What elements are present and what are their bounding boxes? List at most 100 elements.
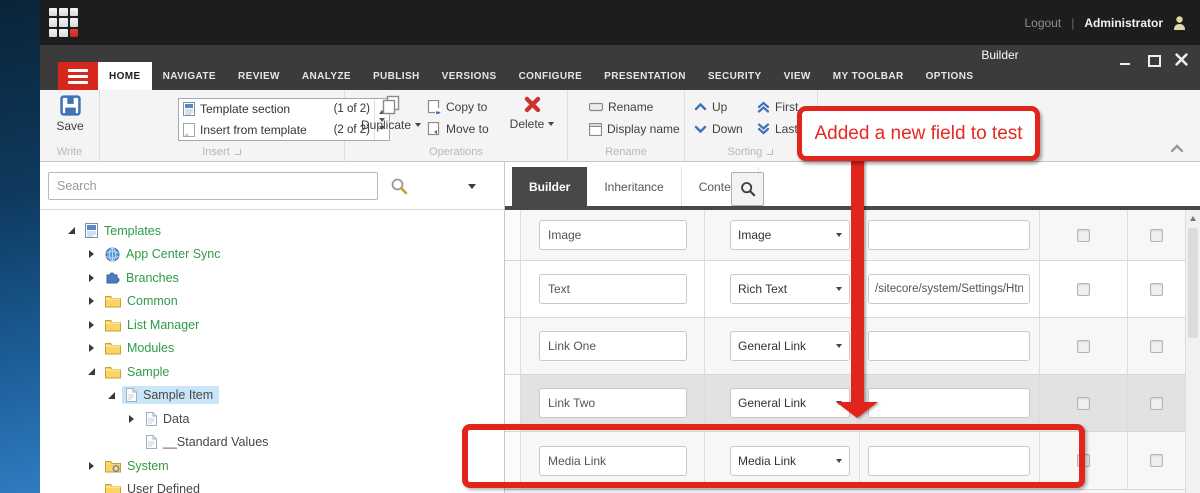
delete-button[interactable]: Delete bbox=[503, 95, 561, 131]
builder-tab-inheritance[interactable]: Inheritance bbox=[587, 167, 681, 206]
dialog-launcher-icon[interactable] bbox=[766, 148, 774, 156]
folder-icon bbox=[105, 482, 121, 493]
shared-checkbox[interactable] bbox=[1150, 397, 1163, 410]
field-name-input[interactable] bbox=[539, 220, 687, 250]
select-caret-icon bbox=[836, 287, 842, 291]
folder-gear-icon bbox=[105, 459, 121, 473]
shared-checkbox[interactable] bbox=[1150, 340, 1163, 353]
tree-item-common[interactable]: Common bbox=[40, 290, 504, 314]
field-source-input[interactable] bbox=[868, 331, 1030, 361]
scroll-up-icon[interactable] bbox=[1190, 216, 1196, 221]
close-icon[interactable] bbox=[1175, 53, 1188, 66]
field-type-select[interactable]: General Link bbox=[730, 388, 850, 418]
expand-icon[interactable] bbox=[86, 462, 96, 470]
collapse-icon[interactable] bbox=[86, 368, 96, 375]
ribbon-tab-presentation[interactable]: PRESENTATION bbox=[593, 62, 697, 90]
field-name-input[interactable] bbox=[539, 331, 687, 361]
dialog-launcher-icon[interactable] bbox=[234, 148, 242, 156]
first-button[interactable]: First bbox=[757, 99, 798, 115]
field-source-input[interactable] bbox=[868, 220, 1030, 250]
move-to-button[interactable]: Move to bbox=[427, 121, 489, 137]
group-insert: Template section (1 of 2) Insert from te… bbox=[100, 90, 345, 161]
tree-item-user-defined[interactable]: User Defined bbox=[40, 478, 504, 493]
unversioned-checkbox[interactable] bbox=[1077, 454, 1090, 467]
collapse-ribbon-icon[interactable] bbox=[1170, 144, 1184, 153]
ribbon-tab-security[interactable]: SECURITY bbox=[697, 62, 773, 90]
collapse-icon[interactable] bbox=[106, 392, 116, 399]
ribbon-tab-analyze[interactable]: ANALYZE bbox=[291, 62, 362, 90]
field-source-input[interactable] bbox=[868, 274, 1030, 304]
tree-item-label: Sample Item bbox=[143, 388, 213, 402]
ribbon-tab-publish[interactable]: PUBLISH bbox=[362, 62, 431, 90]
expand-icon[interactable] bbox=[86, 250, 96, 258]
expand-icon[interactable] bbox=[86, 344, 96, 352]
menu-hamburger-button[interactable] bbox=[58, 62, 98, 90]
last-button[interactable]: Last bbox=[757, 121, 798, 137]
ribbon-tab-my-toolbar[interactable]: MY TOOLBAR bbox=[822, 62, 915, 90]
field-type-select[interactable]: Media Link bbox=[730, 446, 850, 476]
search-input[interactable] bbox=[48, 172, 378, 200]
annotation-text: Added a new field to test bbox=[814, 123, 1022, 145]
shared-checkbox[interactable] bbox=[1150, 283, 1163, 296]
ribbon-tab-navigate[interactable]: NAVIGATE bbox=[152, 62, 227, 90]
collapse-icon[interactable] bbox=[66, 227, 76, 234]
tree-item-sample[interactable]: Sample bbox=[40, 360, 504, 384]
up-button[interactable]: Up bbox=[694, 99, 727, 115]
field-name-input[interactable] bbox=[539, 388, 687, 418]
shared-checkbox[interactable] bbox=[1150, 229, 1163, 242]
copy-to-button[interactable]: Copy to bbox=[427, 99, 487, 115]
expand-icon[interactable] bbox=[86, 274, 96, 282]
display-name-button[interactable]: Display name bbox=[589, 121, 680, 137]
ribbon-tab-versions[interactable]: VERSIONS bbox=[431, 62, 508, 90]
builder-tab-builder[interactable]: Builder bbox=[512, 167, 587, 206]
unversioned-checkbox[interactable] bbox=[1077, 283, 1090, 296]
expand-icon[interactable] bbox=[86, 297, 96, 305]
tree-item-sample-item[interactable]: Sample Item bbox=[40, 384, 504, 408]
logout-link[interactable]: Logout bbox=[1024, 16, 1061, 30]
field-source-input[interactable] bbox=[868, 446, 1030, 476]
tree-item-data[interactable]: Data bbox=[40, 407, 504, 431]
unversioned-checkbox[interactable] bbox=[1077, 397, 1090, 410]
tree-item-system[interactable]: System bbox=[40, 454, 504, 478]
page-icon bbox=[145, 435, 157, 449]
shared-checkbox[interactable] bbox=[1150, 454, 1163, 467]
ribbon-tab-configure[interactable]: CONFIGURE bbox=[508, 62, 594, 90]
tree-item-templates[interactable]: Templates bbox=[40, 219, 504, 243]
tree-item--standard-values[interactable]: __Standard Values bbox=[40, 431, 504, 455]
ribbon-tab-review[interactable]: REVIEW bbox=[227, 62, 291, 90]
current-user-label[interactable]: Administrator bbox=[1084, 16, 1163, 30]
search-icon[interactable] bbox=[390, 177, 408, 195]
field-name-input[interactable] bbox=[539, 446, 687, 476]
down-button[interactable]: Down bbox=[694, 121, 743, 137]
field-name-input[interactable] bbox=[539, 274, 687, 304]
field-type-select[interactable]: Rich Text bbox=[730, 274, 850, 304]
vertical-scrollbar[interactable] bbox=[1185, 210, 1200, 493]
scroll-thumb[interactable] bbox=[1188, 228, 1198, 338]
builder-search-button[interactable] bbox=[731, 172, 764, 206]
ribbon-tab-home[interactable]: HOME bbox=[98, 62, 152, 90]
duplicate-icon bbox=[381, 95, 401, 115]
template-doc-icon bbox=[85, 223, 98, 238]
save-button[interactable]: Save bbox=[49, 95, 91, 133]
minimize-icon[interactable] bbox=[1119, 53, 1131, 65]
unversioned-checkbox[interactable] bbox=[1077, 229, 1090, 242]
expand-icon[interactable] bbox=[126, 415, 136, 423]
field-type-select[interactable]: Image bbox=[730, 220, 850, 250]
ribbon-tab-view[interactable]: VIEW bbox=[773, 62, 822, 90]
tree-item-modules[interactable]: Modules bbox=[40, 337, 504, 361]
field-source-input[interactable] bbox=[868, 388, 1030, 418]
rename-button[interactable]: Rename bbox=[589, 99, 653, 115]
double-chevron-down-icon bbox=[757, 123, 770, 135]
search-options-caret-icon[interactable] bbox=[468, 184, 476, 189]
duplicate-button[interactable]: Duplicate bbox=[353, 95, 429, 132]
expand-icon[interactable] bbox=[86, 321, 96, 329]
tree-item-branches[interactable]: Branches bbox=[40, 266, 504, 290]
field-type-select[interactable]: General Link bbox=[730, 331, 850, 361]
unversioned-checkbox[interactable] bbox=[1077, 340, 1090, 353]
maximize-icon[interactable] bbox=[1147, 53, 1159, 65]
ribbon-tab-options[interactable]: OPTIONS bbox=[915, 62, 985, 90]
search-icon bbox=[740, 181, 756, 197]
double-chevron-up-icon bbox=[757, 101, 770, 113]
tree-item-app-center-sync[interactable]: App Center Sync bbox=[40, 243, 504, 267]
tree-item-list-manager[interactable]: List Manager bbox=[40, 313, 504, 337]
